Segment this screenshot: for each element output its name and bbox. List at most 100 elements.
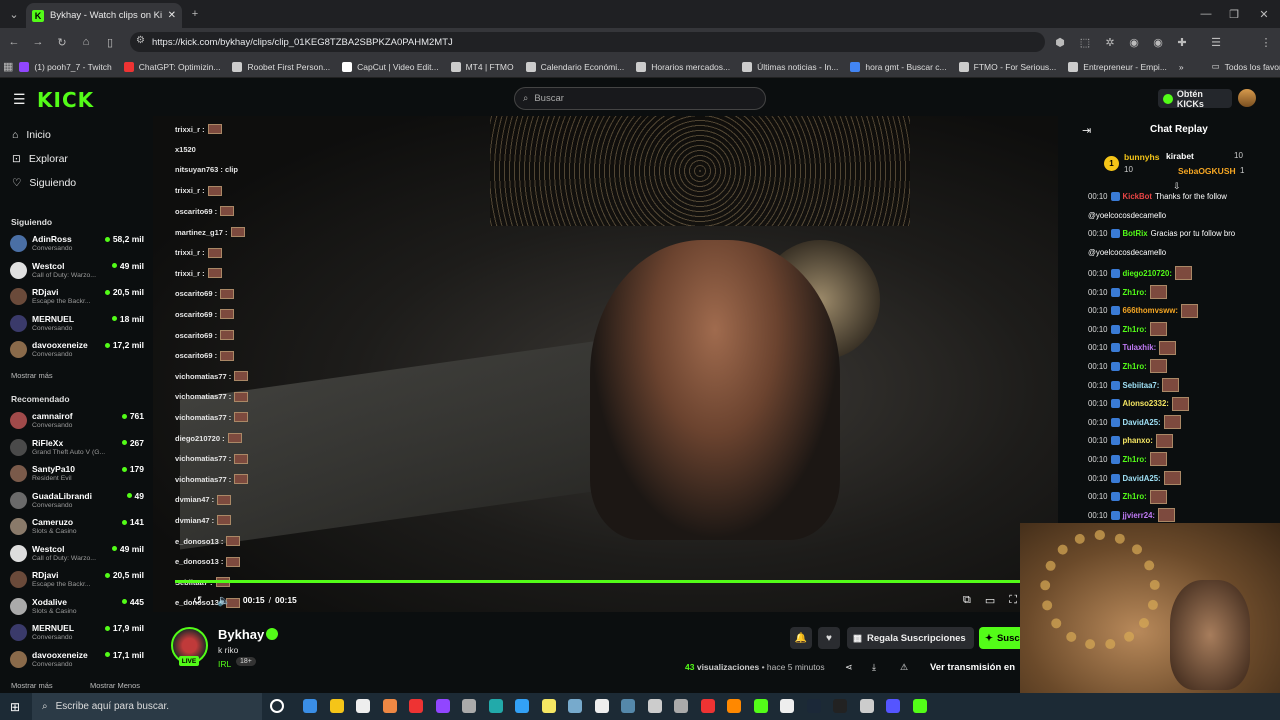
close-tab-icon[interactable]: ✕ (168, 10, 176, 21)
sidebar-channel[interactable]: MERNUEL Conversando 18 mil (10, 313, 146, 339)
sidebar-channel[interactable]: MERNUEL Conversando 17,9 mil (10, 622, 146, 648)
bookmark-item[interactable]: Calendario Económi... (520, 61, 631, 72)
taskbar-app-icon[interactable] (806, 699, 821, 713)
windows-start-icon[interactable]: ⊞ (10, 700, 20, 714)
chat-username[interactable]: Zh1ro: (1123, 325, 1147, 334)
user-avatar[interactable] (1238, 89, 1256, 107)
chat-username[interactable]: jjvierr24: (1123, 511, 1156, 520)
reload-icon[interactable]: ↻ (52, 32, 72, 52)
show-more-link[interactable]: Mostrar más (11, 371, 53, 380)
taskbar-app-icon[interactable] (515, 699, 529, 713)
sidebar-channel[interactable]: RiFleXx Grand Theft Auto V (G... 267 (10, 437, 146, 463)
apps-grid-icon[interactable]: ▦ (3, 57, 13, 77)
minimize-icon[interactable]: — (1196, 4, 1216, 24)
bookmark-item[interactable]: Entrepreneur - Empi... (1062, 61, 1173, 72)
sidebar-channel[interactable]: SantyPa10 Resident Evil 179 (10, 463, 146, 489)
chat-username[interactable]: Alonso2332: (1123, 399, 1169, 408)
chat-username[interactable]: phanxo: (1123, 436, 1153, 445)
taskbar-app-icon[interactable] (727, 699, 741, 713)
chat-username[interactable]: Zh1ro: (1123, 455, 1147, 464)
extension-icon[interactable]: ◉ (1148, 32, 1168, 52)
nav-home[interactable]: ⌂ Inicio (12, 129, 51, 141)
channel-name[interactable]: Bykhay (218, 627, 264, 642)
pip-icon[interactable]: ⧉ (963, 594, 971, 607)
all-bookmarks-folder[interactable]: ▭ Todos los favoritos (1206, 61, 1280, 72)
taskbar-app-icon[interactable] (568, 699, 582, 713)
taskbar-app-icon[interactable] (700, 699, 715, 713)
menu-dots-icon[interactable]: ⋮ (1256, 32, 1276, 52)
extension-icon[interactable]: ⬢ (1050, 32, 1070, 52)
extensions-puzzle-icon[interactable]: ✚ (1172, 32, 1192, 52)
search-input[interactable]: ⌕ Buscar (514, 87, 766, 110)
hamburger-menu-icon[interactable]: ☰ (13, 91, 26, 108)
taskbar-app-icon[interactable] (382, 699, 397, 713)
bookmark-item[interactable]: ChatGPT: Optimizin... (118, 61, 227, 72)
back-icon[interactable]: ← (4, 32, 24, 52)
bookmark-item[interactable]: Roobet First Person... (226, 61, 336, 72)
tab-list-icon[interactable]: ⌄ (4, 4, 24, 24)
taskbar-app-icon[interactable] (833, 699, 847, 713)
address-bar[interactable]: ⚙ https://kick.com/bykhay/clips/clip_01K… (130, 32, 1045, 52)
bookmark-item[interactable]: Últimas noticias - In... (736, 61, 844, 72)
taskbar-app-icon[interactable] (303, 699, 317, 713)
restore-icon[interactable]: ❐ (1224, 4, 1244, 24)
taskbar-app-icon[interactable] (674, 699, 688, 713)
replay-icon[interactable]: ↺ (193, 594, 202, 607)
media-icon[interactable]: ☰ (1206, 32, 1226, 52)
sidebar-channel[interactable]: Xodalive Slots & Casino 445 (10, 596, 146, 622)
gifter-name[interactable]: SebaOGKUSH (1178, 166, 1236, 176)
browser-tab[interactable]: K Bykhay - Watch clips on Kick ✕ (26, 3, 182, 28)
get-kicks-button[interactable]: Obtén KICKs (1158, 89, 1232, 109)
close-window-icon[interactable]: ✕ (1254, 4, 1274, 24)
home-icon[interactable]: ⌂ (76, 32, 96, 52)
sidebar-channel[interactable]: Cameruzo Slots & Casino 141 (10, 516, 146, 542)
taskbar-app-icon[interactable] (594, 699, 609, 713)
chat-username[interactable]: Zh1ro: (1123, 492, 1147, 501)
new-tab-icon[interactable]: + (185, 4, 205, 24)
taskbar-app-icon[interactable] (488, 699, 503, 713)
taskbar-app-icon[interactable] (647, 699, 662, 713)
taskbar-app-icon[interactable] (621, 699, 635, 713)
sidebar-channel[interactable]: davooxeneize Conversando 17,2 mil (10, 339, 146, 365)
taskbar-search[interactable]: ⌕ Escribe aquí para buscar. (32, 693, 262, 720)
category-link[interactable]: IRL (218, 659, 231, 669)
report-icon[interactable]: ⚠ (900, 662, 908, 673)
bookmark-item[interactable]: (1) pooh7_7 - Twitch (13, 61, 117, 72)
video-progress-bar[interactable] (175, 580, 1025, 583)
gift-subs-button[interactable]: ▦ Regala Suscripciones (847, 627, 974, 649)
bookmark-item[interactable]: Horarios mercados... (630, 61, 736, 72)
sidebar-channel[interactable]: RDjavi Escape the Backr... 20,5 mil (10, 569, 146, 595)
sidepanel-icon[interactable]: ▯ (100, 32, 120, 52)
chat-username[interactable]: Zh1ro: (1123, 288, 1147, 297)
taskbar-app-icon[interactable] (541, 699, 556, 713)
nav-explore[interactable]: ⊡ Explorar (12, 153, 68, 165)
gifter-name[interactable]: kirabet (1166, 151, 1194, 161)
fullscreen-icon[interactable]: ⛶ (1009, 594, 1017, 607)
subscribe-button[interactable]: ✦ Suscr (979, 627, 1024, 649)
taskbar-app-icon[interactable] (462, 699, 476, 713)
taskbar-app-icon[interactable] (356, 699, 370, 713)
chat-username[interactable]: DavidA25: (1123, 418, 1161, 427)
pin-icon[interactable]: ⇩ (1173, 181, 1181, 192)
site-info-icon[interactable]: ⚙ (136, 35, 145, 46)
chat-username[interactable]: Zh1ro: (1123, 362, 1147, 371)
sidebar-channel[interactable]: Westcol Call of Duty: Warzo... 49 mil (10, 543, 146, 569)
chat-username[interactable]: 666thomvsww: (1123, 306, 1178, 315)
taskbar-app-icon[interactable] (780, 699, 794, 713)
notify-bell-button[interactable]: 🔔 (790, 627, 812, 649)
chat-username[interactable]: diego210720: (1123, 269, 1172, 278)
sidebar-channel[interactable]: AdinRoss Conversando 58,2 mil (10, 233, 146, 259)
volume-icon[interactable]: 🔈 (217, 594, 231, 607)
bookmarks-overflow-icon[interactable]: » (1173, 62, 1190, 72)
taskbar-app-icon[interactable] (409, 699, 423, 713)
chat-username[interactable]: Tulaxhik: (1123, 343, 1157, 352)
show-more-link[interactable]: Mostrar más (11, 681, 53, 690)
forward-icon[interactable]: → (28, 32, 48, 52)
share-icon[interactable]: ⋖ (845, 662, 853, 673)
taskbar-app-icon[interactable] (859, 699, 874, 713)
follow-heart-button[interactable]: ♥ (818, 627, 840, 649)
taskbar-app-icon[interactable] (912, 699, 927, 713)
taskbar-app-icon[interactable] (753, 699, 768, 713)
translate-icon[interactable]: ⬚ (1075, 32, 1095, 52)
collapse-chat-icon[interactable]: ⇥ (1082, 124, 1091, 137)
